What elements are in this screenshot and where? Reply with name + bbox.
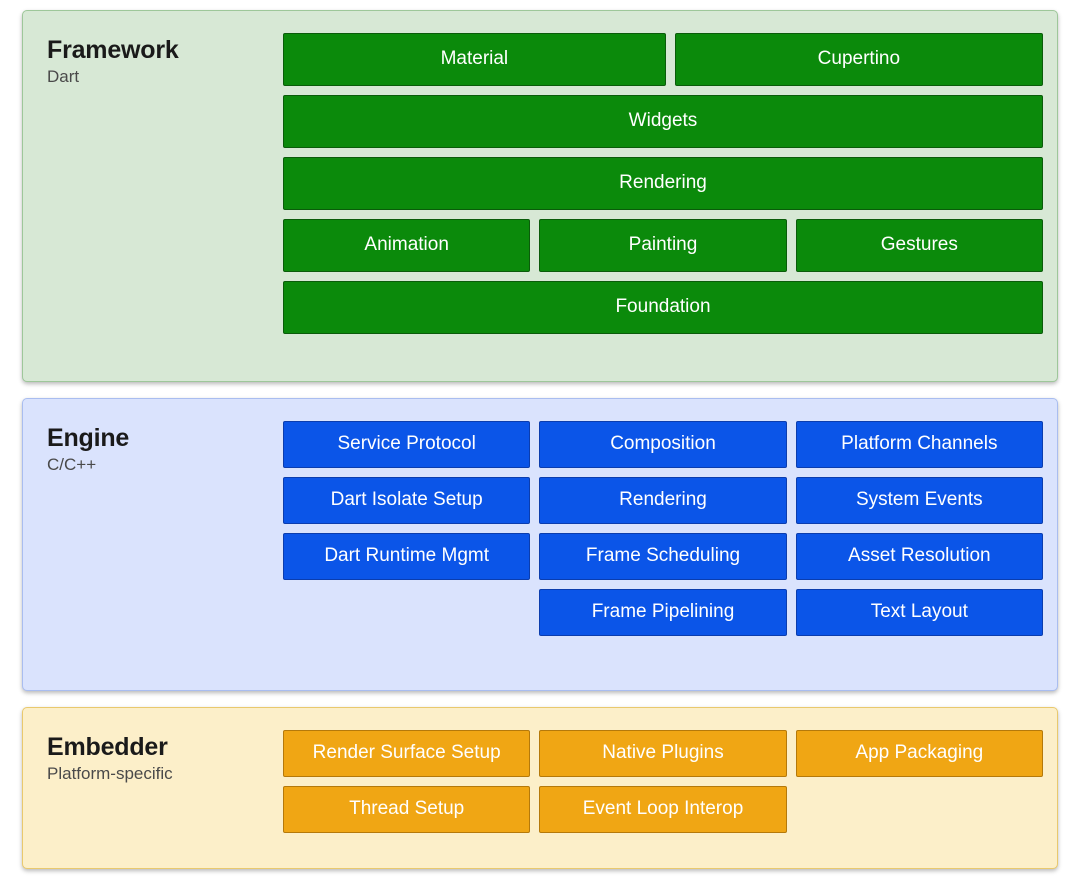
framework-row-2: Rendering	[283, 157, 1043, 210]
framework-row-4: Foundation	[283, 281, 1043, 334]
framework-box-animation[interactable]: Animation	[283, 219, 531, 272]
embedder-row-0: Render Surface Setup Native Plugins App …	[283, 730, 1043, 778]
engine-box-system-events[interactable]: System Events	[795, 477, 1043, 525]
framework-box-rendering[interactable]: Rendering	[283, 157, 1043, 210]
engine-row-2: Dart Runtime Mgmt Frame Scheduling Asset…	[283, 533, 1043, 581]
framework-row-0: Material Cupertino	[283, 33, 1043, 86]
embedder-box-native-plugins[interactable]: Native Plugins	[539, 730, 787, 778]
layer-engine: Engine C/C++ Service Protocol Compositio…	[22, 398, 1058, 692]
layer-embedder-subtitle: Platform-specific	[47, 764, 173, 784]
framework-row-1: Widgets	[283, 95, 1043, 148]
layer-embedder-title: Embedder	[47, 733, 168, 762]
embedder-row-1: Thread Setup Event Loop Interop	[283, 786, 1043, 834]
framework-box-painting[interactable]: Painting	[539, 219, 787, 272]
layer-engine-body: Service Protocol Composition Platform Ch…	[283, 411, 1043, 637]
layer-embedder-header: Embedder Platform-specific	[39, 720, 283, 785]
architecture-diagram: Framework Dart Material Cupertino Widget…	[0, 0, 1080, 881]
engine-box-frame-scheduling[interactable]: Frame Scheduling	[539, 533, 787, 581]
layer-framework-body: Material Cupertino Widgets Rendering Ani…	[283, 23, 1043, 334]
framework-box-foundation[interactable]: Foundation	[283, 281, 1043, 334]
engine-box-dart-isolate-setup[interactable]: Dart Isolate Setup	[283, 477, 531, 525]
engine-box-dart-runtime-mgmt[interactable]: Dart Runtime Mgmt	[283, 533, 531, 581]
engine-box-frame-pipelining[interactable]: Frame Pipelining	[539, 589, 787, 637]
embedder-box-app-packaging[interactable]: App Packaging	[795, 730, 1043, 778]
embedder-box-render-surface-setup[interactable]: Render Surface Setup	[283, 730, 531, 778]
engine-box-rendering[interactable]: Rendering	[539, 477, 787, 525]
layer-framework: Framework Dart Material Cupertino Widget…	[22, 10, 1058, 383]
engine-row-3: Frame Pipelining Text Layout	[283, 589, 1043, 637]
layer-framework-title: Framework	[47, 36, 179, 64]
engine-box-text-layout[interactable]: Text Layout	[795, 589, 1043, 637]
layer-embedder: Embedder Platform-specific Render Surfac…	[22, 707, 1058, 869]
framework-box-cupertino[interactable]: Cupertino	[674, 33, 1043, 86]
framework-box-material[interactable]: Material	[283, 33, 666, 86]
embedder-box-thread-setup[interactable]: Thread Setup	[283, 786, 531, 834]
embedder-box-event-loop-interop[interactable]: Event Loop Interop	[539, 786, 787, 834]
engine-box-platform-channels[interactable]: Platform Channels	[795, 421, 1043, 469]
layer-embedder-body: Render Surface Setup Native Plugins App …	[283, 720, 1043, 834]
engine-row-1: Dart Isolate Setup Rendering System Even…	[283, 477, 1043, 525]
engine-box-service-protocol[interactable]: Service Protocol	[283, 421, 531, 469]
layer-engine-subtitle: C/C++	[47, 455, 97, 475]
framework-box-widgets[interactable]: Widgets	[283, 95, 1043, 148]
layer-framework-subtitle: Dart	[47, 67, 80, 86]
layer-framework-header: Framework Dart	[39, 23, 283, 88]
engine-box-asset-resolution[interactable]: Asset Resolution	[795, 533, 1043, 581]
layer-engine-title: Engine	[47, 424, 130, 453]
framework-row-3: Animation Painting Gestures	[283, 219, 1043, 272]
framework-box-gestures[interactable]: Gestures	[795, 219, 1043, 272]
engine-box-composition[interactable]: Composition	[539, 421, 787, 469]
layer-engine-header: Engine C/C++	[39, 411, 283, 476]
engine-row-0: Service Protocol Composition Platform Ch…	[283, 421, 1043, 469]
